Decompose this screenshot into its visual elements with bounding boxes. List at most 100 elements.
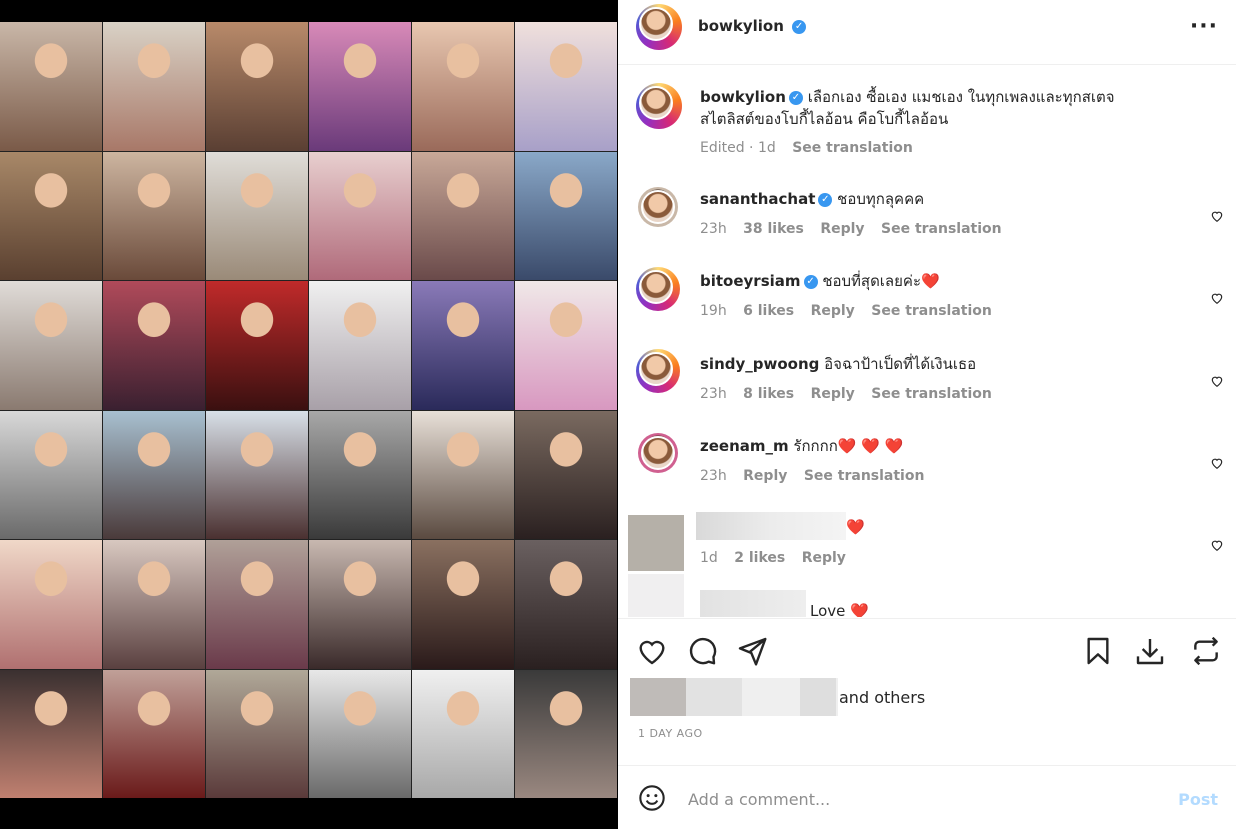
download-icon[interactable] (1134, 635, 1166, 667)
collage-photo (515, 281, 617, 410)
redacted-avatar (628, 574, 684, 617)
caption-line1: เลือกเอง ซื้อเอง แมชเอง ในทุกเพลงและทุกส… (807, 88, 1115, 106)
caption-text: bowkylion ✓ เลือกเอง ซื้อเอง แมชเอง ในทุก… (700, 86, 1115, 130)
commenter-avatar[interactable] (638, 187, 678, 227)
see-translation-button[interactable]: See translation (792, 140, 913, 156)
reply-button[interactable]: Reply (820, 221, 864, 237)
reply-button[interactable]: Reply (802, 550, 846, 566)
author-avatar[interactable] (636, 4, 682, 50)
comment-likes[interactable]: 2 likes (734, 550, 785, 566)
redacted-username (700, 590, 806, 617)
comment-text: bitoeyrsiam ✓ ชอบที่สุดเลยค่ะ❤️ (700, 270, 940, 292)
collage-photo (206, 669, 308, 798)
collage-photo (206, 410, 308, 539)
comment-username[interactable]: bitoeyrsiam (700, 272, 801, 290)
comment-row: sananthachat ✓ ชอบทุกลุคคค 23h 38 likes R… (618, 175, 1236, 257)
like-comment-heart-icon[interactable] (1210, 209, 1224, 223)
commenter-avatar[interactable] (636, 349, 680, 393)
commenter-avatar[interactable] (636, 267, 680, 311)
verified-icon: ✓ (818, 192, 833, 207)
like-comment-heart-icon[interactable] (1210, 456, 1224, 470)
comment-likes[interactable]: 38 likes (743, 221, 804, 237)
like-comment-heart-icon[interactable] (1210, 291, 1224, 305)
comment-username[interactable]: sindy_pwoong (700, 355, 819, 373)
likes-others-text[interactable]: and others (839, 688, 925, 707)
collage-photo (103, 281, 205, 410)
heart-icon[interactable] (636, 635, 668, 667)
collage-photo (412, 540, 514, 669)
caption-meta: Edited · 1d See translation (700, 140, 925, 156)
caption-row: bowkylion ✓ เลือกเอง ซื้อเอง แมชเอง ในทุก… (618, 65, 1236, 175)
collage-photo (309, 22, 411, 151)
comment-time: 23h (700, 386, 727, 402)
caption-edited: Edited · 1d (700, 140, 776, 156)
comment-input[interactable] (686, 784, 1150, 814)
collage-photo (412, 410, 514, 539)
comment-body: ชอบทุกลุคคค (837, 190, 925, 208)
caption-line2: สไตลิสต์ของโบกี้ไลอ้อน คือโบกี้ไลอ้อน (700, 110, 949, 128)
caption-avatar[interactable] (636, 83, 682, 129)
more-icon[interactable]: ··· (1190, 14, 1218, 39)
redacted-liker (800, 678, 836, 716)
collage-photo (0, 281, 102, 410)
comment-likes[interactable]: 6 likes (743, 303, 794, 319)
collage-photo (309, 669, 411, 798)
comment-icon[interactable] (686, 635, 718, 667)
post-media[interactable] (0, 0, 618, 829)
comment-body: Love ❤️ (810, 602, 869, 617)
collage-photo (515, 410, 617, 539)
comment-likes[interactable]: 8 likes (743, 386, 794, 402)
collage-photo (412, 151, 514, 280)
comment-time: 19h (700, 303, 727, 319)
collage-photo (515, 151, 617, 280)
collage-photo (206, 281, 308, 410)
see-translation-button[interactable]: See translation (871, 303, 992, 319)
comment-meta: 19h 6 likes Reply See translation (700, 303, 1004, 319)
comment-username[interactable]: zeenam_m (700, 437, 789, 455)
photo-collage (0, 22, 617, 798)
redacted-liker (630, 678, 686, 716)
reply-button[interactable]: Reply (811, 303, 855, 319)
like-comment-heart-icon[interactable] (1210, 374, 1224, 388)
collage-photo (206, 540, 308, 669)
comment-body: ชอบที่สุดเลยค่ะ❤️ (822, 272, 940, 290)
comment-body: รักกกก❤️ ❤️ ❤️ (793, 437, 904, 455)
see-translation-button[interactable]: See translation (871, 386, 992, 402)
caption-username[interactable]: bowkylion (700, 88, 786, 106)
comment-body: อิจฉาป้าเป็ดที่ได้เงินเธอ (824, 355, 977, 373)
reply-button[interactable]: Reply (811, 386, 855, 402)
collage-photo (309, 281, 411, 410)
repost-icon[interactable] (1190, 635, 1222, 667)
bookmark-icon[interactable] (1082, 635, 1114, 667)
comment-body: ❤️ (846, 518, 865, 536)
comment-text: zeenam_m รักกกก❤️ ❤️ ❤️ (700, 435, 903, 457)
like-comment-heart-icon[interactable] (1210, 538, 1224, 552)
comment-meta: 23h Reply See translation (700, 468, 936, 484)
comment-username[interactable]: sananthachat (700, 190, 815, 208)
collage-photo (309, 410, 411, 539)
action-bar (618, 618, 1236, 683)
collage-photo (103, 410, 205, 539)
comment-row: zeenam_m รักกกก❤️ ❤️ ❤️ 23h Reply See tr… (618, 421, 1236, 503)
collage-photo (515, 669, 617, 798)
post-button[interactable]: Post (1178, 790, 1218, 809)
commenter-avatar[interactable] (638, 433, 678, 473)
collage-photo (412, 281, 514, 410)
collage-photo (206, 22, 308, 151)
post-panel: bowkylion ✓ ··· bowkylion ✓ เลือกเอง ซื้อ… (618, 0, 1236, 829)
see-translation-button[interactable]: See translation (804, 468, 925, 484)
verified-icon: ✓ (792, 19, 807, 34)
redacted-avatar (628, 515, 684, 571)
collage-photo (206, 151, 308, 280)
share-icon[interactable] (736, 635, 768, 667)
emoji-icon[interactable] (638, 784, 666, 812)
collage-photo (412, 669, 514, 798)
see-translation-button[interactable]: See translation (881, 221, 1002, 237)
comment-time: 1d (700, 550, 718, 566)
collage-photo (515, 22, 617, 151)
comment-row: Love ❤️ (618, 574, 1236, 617)
author-username[interactable]: bowkylion (698, 17, 784, 35)
reply-button[interactable]: Reply (743, 468, 787, 484)
comments-list[interactable]: bowkylion ✓ เลือกเอง ซื้อเอง แมชเอง ในทุก… (618, 65, 1236, 617)
redacted-username (696, 512, 846, 540)
